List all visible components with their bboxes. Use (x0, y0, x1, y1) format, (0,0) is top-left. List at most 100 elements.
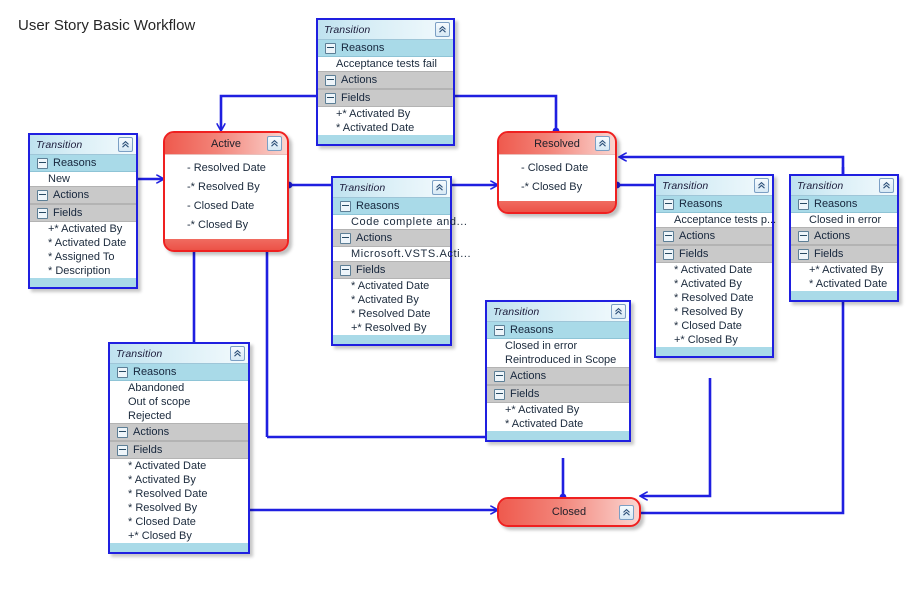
state-footer (165, 239, 287, 250)
state-name: Resolved (534, 137, 580, 150)
minus-square-icon[interactable] (663, 248, 674, 260)
transition-box-acceptance-tests-fail[interactable]: Transition Reasons Acceptance tests fail… (316, 18, 455, 146)
chevron-double-up-icon[interactable] (611, 304, 626, 319)
minus-square-icon[interactable] (325, 42, 336, 54)
section-actions[interactable]: Actions (791, 227, 897, 245)
chevron-double-up-icon[interactable] (754, 178, 769, 193)
wire-resolved-to-testsfail (455, 94, 560, 135)
section-reasons[interactable]: Reasons (656, 196, 772, 213)
minus-square-icon[interactable] (340, 200, 351, 212)
reason-item: New (30, 172, 136, 186)
chevron-double-up-icon[interactable] (118, 137, 133, 152)
section-label: Reasons (341, 42, 385, 54)
section-label: Reasons (679, 198, 723, 210)
state-field: -* Closed By (499, 178, 615, 197)
minus-square-icon[interactable] (663, 230, 674, 242)
minus-square-icon[interactable] (117, 366, 128, 378)
field-item: * Resolved By (656, 305, 772, 319)
field-item: * Activated Date (318, 121, 453, 135)
state-node-active[interactable]: Active - Resolved Date -* Resolved By - … (163, 131, 289, 252)
field-item: +* Closed By (656, 333, 772, 347)
wire-testsfail-to-active (221, 94, 316, 130)
state-name: Active (211, 137, 241, 150)
transition-box-abandoned[interactable]: Transition Reasons Abandoned Out of scop… (108, 342, 250, 554)
transition-title: Transition (36, 138, 83, 151)
field-item: * Activated By (333, 293, 450, 307)
section-actions[interactable]: Actions (656, 227, 772, 245)
minus-square-icon[interactable] (494, 370, 505, 382)
section-label: Actions (133, 426, 170, 438)
wire-testspass-to-closed (641, 378, 712, 496)
minus-square-icon[interactable] (663, 198, 674, 210)
section-reasons[interactable]: Reasons (487, 322, 629, 339)
minus-square-icon[interactable] (340, 232, 351, 244)
transition-box-code-complete[interactable]: Transition Reasons Code complete and... … (331, 176, 471, 346)
reason-item: Out of scope (110, 395, 248, 409)
minus-square-icon[interactable] (325, 74, 336, 86)
section-label: Actions (510, 370, 547, 382)
reason-item: Rejected (110, 409, 248, 423)
minus-square-icon[interactable] (117, 426, 128, 438)
section-fields[interactable]: Fields (656, 245, 772, 263)
section-actions[interactable]: Actions (110, 423, 248, 441)
field-item: * Activated Date (656, 263, 772, 277)
minus-square-icon[interactable] (494, 324, 505, 336)
transition-title: Transition (797, 179, 844, 192)
chevron-double-up-icon[interactable] (619, 505, 634, 520)
state-node-closed[interactable]: Closed (497, 497, 641, 527)
state-node-resolved[interactable]: Resolved - Closed Date -* Closed By (497, 131, 617, 214)
state-field: - Closed Date (165, 197, 287, 216)
minus-square-icon[interactable] (37, 157, 48, 169)
section-label: Actions (356, 232, 393, 244)
section-fields[interactable]: Fields (791, 245, 897, 263)
field-item: +* Activated By (487, 403, 629, 417)
minus-square-icon[interactable] (117, 444, 128, 456)
transition-box-new[interactable]: Transition Reasons New Actions Fields +*… (28, 133, 138, 289)
transition-box-closed-in-error-reintroduced[interactable]: Transition Reasons Closed in error Reint… (485, 300, 631, 442)
section-fields[interactable]: Fields (487, 385, 629, 403)
transition-header: Transition (110, 344, 248, 364)
chevron-double-up-icon[interactable] (435, 22, 450, 37)
chevron-double-up-icon[interactable] (267, 136, 282, 151)
minus-square-icon[interactable] (798, 230, 809, 242)
transition-footer (791, 291, 897, 300)
chevron-double-up-icon[interactable] (432, 180, 447, 195)
minus-square-icon[interactable] (340, 264, 351, 276)
section-reasons[interactable]: Reasons (791, 196, 897, 213)
field-item: * Activated By (110, 473, 248, 487)
state-field: - Closed Date (499, 159, 615, 178)
field-item: * Closed Date (110, 515, 248, 529)
diagram-canvas: User Story Basic Workflow Transition Rea… (0, 0, 923, 596)
section-reasons[interactable]: Reasons (30, 155, 136, 172)
field-item: +* Closed By (110, 529, 248, 543)
minus-square-icon[interactable] (798, 248, 809, 260)
reason-item: Closed in error (487, 339, 629, 353)
section-fields[interactable]: Fields (30, 204, 136, 222)
transition-box-acceptance-tests-pass[interactable]: Transition Reasons Acceptance tests p...… (654, 174, 776, 358)
transition-header: Transition (30, 135, 136, 155)
field-item: +* Resolved By (333, 321, 450, 335)
minus-square-icon[interactable] (798, 198, 809, 210)
section-actions[interactable]: Actions (487, 367, 629, 385)
section-fields[interactable]: Fields (318, 89, 453, 107)
section-actions[interactable]: Actions (30, 186, 136, 204)
section-fields[interactable]: Fields (333, 261, 450, 279)
reason-item: Code complete and... (333, 215, 467, 229)
section-actions[interactable]: Actions (333, 229, 450, 247)
section-reasons[interactable]: Reasons (333, 198, 450, 215)
field-item: * Assigned To (30, 250, 136, 264)
chevron-double-up-icon[interactable] (879, 178, 894, 193)
chevron-double-up-icon[interactable] (595, 136, 610, 151)
transition-header: Transition (318, 20, 453, 40)
section-reasons[interactable]: Reasons (110, 364, 248, 381)
section-fields[interactable]: Fields (110, 441, 248, 459)
minus-square-icon[interactable] (37, 207, 48, 219)
section-actions[interactable]: Actions (318, 71, 453, 89)
transition-box-closed-in-error[interactable]: Transition Reasons Closed in error Actio… (789, 174, 899, 302)
minus-square-icon[interactable] (37, 189, 48, 201)
section-reasons[interactable]: Reasons (318, 40, 453, 57)
minus-square-icon[interactable] (325, 92, 336, 104)
state-header: Closed (499, 499, 639, 525)
minus-square-icon[interactable] (494, 388, 505, 400)
chevron-double-up-icon[interactable] (230, 346, 245, 361)
